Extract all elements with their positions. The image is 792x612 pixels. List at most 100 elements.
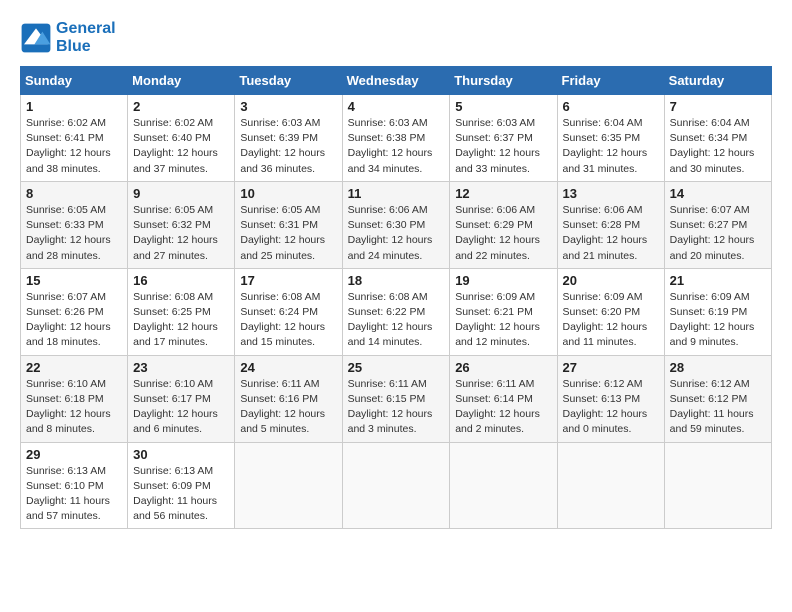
- calendar-table: SundayMondayTuesdayWednesdayThursdayFrid…: [20, 66, 772, 529]
- calendar-cell: [342, 442, 450, 529]
- day-info: Sunrise: 6:05 AM Sunset: 6:33 PM Dayligh…: [26, 203, 122, 264]
- day-number: 8: [26, 186, 122, 201]
- calendar-cell: 13 Sunrise: 6:06 AM Sunset: 6:28 PM Dayl…: [557, 181, 664, 268]
- day-info: Sunrise: 6:09 AM Sunset: 6:21 PM Dayligh…: [455, 290, 551, 351]
- day-number: 18: [348, 273, 445, 288]
- calendar-cell: 9 Sunrise: 6:05 AM Sunset: 6:32 PM Dayli…: [128, 181, 235, 268]
- day-number: 25: [348, 360, 445, 375]
- day-number: 11: [348, 186, 445, 201]
- calendar-cell: 10 Sunrise: 6:05 AM Sunset: 6:31 PM Dayl…: [235, 181, 342, 268]
- calendar-cell: 20 Sunrise: 6:09 AM Sunset: 6:20 PM Dayl…: [557, 268, 664, 355]
- calendar-cell: 12 Sunrise: 6:06 AM Sunset: 6:29 PM Dayl…: [450, 181, 557, 268]
- calendar-cell: 4 Sunrise: 6:03 AM Sunset: 6:38 PM Dayli…: [342, 95, 450, 182]
- week-row-4: 22 Sunrise: 6:10 AM Sunset: 6:18 PM Dayl…: [21, 355, 772, 442]
- day-number: 4: [348, 99, 445, 114]
- week-row-2: 8 Sunrise: 6:05 AM Sunset: 6:33 PM Dayli…: [21, 181, 772, 268]
- day-number: 12: [455, 186, 551, 201]
- day-number: 15: [26, 273, 122, 288]
- calendar-cell: 22 Sunrise: 6:10 AM Sunset: 6:18 PM Dayl…: [21, 355, 128, 442]
- calendar-cell: 21 Sunrise: 6:09 AM Sunset: 6:19 PM Dayl…: [664, 268, 771, 355]
- calendar-header-row: SundayMondayTuesdayWednesdayThursdayFrid…: [21, 67, 772, 95]
- day-info: Sunrise: 6:06 AM Sunset: 6:29 PM Dayligh…: [455, 203, 551, 264]
- day-header-sunday: Sunday: [21, 67, 128, 95]
- calendar-cell: 14 Sunrise: 6:07 AM Sunset: 6:27 PM Dayl…: [664, 181, 771, 268]
- day-info: Sunrise: 6:10 AM Sunset: 6:18 PM Dayligh…: [26, 377, 122, 438]
- day-info: Sunrise: 6:09 AM Sunset: 6:19 PM Dayligh…: [670, 290, 766, 351]
- calendar-cell: 7 Sunrise: 6:04 AM Sunset: 6:34 PM Dayli…: [664, 95, 771, 182]
- calendar-cell: [557, 442, 664, 529]
- logo-text: General Blue: [56, 20, 116, 56]
- calendar-cell: 16 Sunrise: 6:08 AM Sunset: 6:25 PM Dayl…: [128, 268, 235, 355]
- day-info: Sunrise: 6:09 AM Sunset: 6:20 PM Dayligh…: [563, 290, 659, 351]
- day-number: 13: [563, 186, 659, 201]
- day-info: Sunrise: 6:08 AM Sunset: 6:25 PM Dayligh…: [133, 290, 229, 351]
- week-row-5: 29 Sunrise: 6:13 AM Sunset: 6:10 PM Dayl…: [21, 442, 772, 529]
- day-number: 28: [670, 360, 766, 375]
- day-number: 26: [455, 360, 551, 375]
- calendar-cell: 8 Sunrise: 6:05 AM Sunset: 6:33 PM Dayli…: [21, 181, 128, 268]
- day-info: Sunrise: 6:13 AM Sunset: 6:10 PM Dayligh…: [26, 464, 122, 525]
- day-number: 5: [455, 99, 551, 114]
- calendar-cell: 6 Sunrise: 6:04 AM Sunset: 6:35 PM Dayli…: [557, 95, 664, 182]
- calendar-cell: 25 Sunrise: 6:11 AM Sunset: 6:15 PM Dayl…: [342, 355, 450, 442]
- calendar-cell: 11 Sunrise: 6:06 AM Sunset: 6:30 PM Dayl…: [342, 181, 450, 268]
- calendar-cell: 2 Sunrise: 6:02 AM Sunset: 6:40 PM Dayli…: [128, 95, 235, 182]
- calendar-cell: 23 Sunrise: 6:10 AM Sunset: 6:17 PM Dayl…: [128, 355, 235, 442]
- calendar-cell: 24 Sunrise: 6:11 AM Sunset: 6:16 PM Dayl…: [235, 355, 342, 442]
- calendar-cell: 5 Sunrise: 6:03 AM Sunset: 6:37 PM Dayli…: [450, 95, 557, 182]
- day-info: Sunrise: 6:04 AM Sunset: 6:34 PM Dayligh…: [670, 116, 766, 177]
- day-number: 2: [133, 99, 229, 114]
- day-info: Sunrise: 6:03 AM Sunset: 6:37 PM Dayligh…: [455, 116, 551, 177]
- day-info: Sunrise: 6:12 AM Sunset: 6:13 PM Dayligh…: [563, 377, 659, 438]
- day-number: 16: [133, 273, 229, 288]
- day-info: Sunrise: 6:02 AM Sunset: 6:41 PM Dayligh…: [26, 116, 122, 177]
- day-number: 14: [670, 186, 766, 201]
- day-info: Sunrise: 6:11 AM Sunset: 6:15 PM Dayligh…: [348, 377, 445, 438]
- logo: General Blue: [20, 20, 116, 56]
- day-info: Sunrise: 6:07 AM Sunset: 6:27 PM Dayligh…: [670, 203, 766, 264]
- day-info: Sunrise: 6:03 AM Sunset: 6:38 PM Dayligh…: [348, 116, 445, 177]
- calendar-cell: 29 Sunrise: 6:13 AM Sunset: 6:10 PM Dayl…: [21, 442, 128, 529]
- day-number: 3: [240, 99, 336, 114]
- calendar-cell: 15 Sunrise: 6:07 AM Sunset: 6:26 PM Dayl…: [21, 268, 128, 355]
- day-info: Sunrise: 6:08 AM Sunset: 6:22 PM Dayligh…: [348, 290, 445, 351]
- day-header-wednesday: Wednesday: [342, 67, 450, 95]
- day-info: Sunrise: 6:03 AM Sunset: 6:39 PM Dayligh…: [240, 116, 336, 177]
- calendar-cell: 17 Sunrise: 6:08 AM Sunset: 6:24 PM Dayl…: [235, 268, 342, 355]
- day-number: 17: [240, 273, 336, 288]
- day-number: 10: [240, 186, 336, 201]
- calendar-cell: 26 Sunrise: 6:11 AM Sunset: 6:14 PM Dayl…: [450, 355, 557, 442]
- day-header-friday: Friday: [557, 67, 664, 95]
- calendar-cell: 19 Sunrise: 6:09 AM Sunset: 6:21 PM Dayl…: [450, 268, 557, 355]
- calendar-cell: 28 Sunrise: 6:12 AM Sunset: 6:12 PM Dayl…: [664, 355, 771, 442]
- calendar-cell: 27 Sunrise: 6:12 AM Sunset: 6:13 PM Dayl…: [557, 355, 664, 442]
- day-info: Sunrise: 6:11 AM Sunset: 6:16 PM Dayligh…: [240, 377, 336, 438]
- day-number: 21: [670, 273, 766, 288]
- day-info: Sunrise: 6:05 AM Sunset: 6:31 PM Dayligh…: [240, 203, 336, 264]
- day-info: Sunrise: 6:04 AM Sunset: 6:35 PM Dayligh…: [563, 116, 659, 177]
- day-number: 9: [133, 186, 229, 201]
- calendar-cell: [235, 442, 342, 529]
- day-number: 20: [563, 273, 659, 288]
- day-header-thursday: Thursday: [450, 67, 557, 95]
- day-info: Sunrise: 6:12 AM Sunset: 6:12 PM Dayligh…: [670, 377, 766, 438]
- day-number: 29: [26, 447, 122, 462]
- day-info: Sunrise: 6:06 AM Sunset: 6:30 PM Dayligh…: [348, 203, 445, 264]
- day-number: 24: [240, 360, 336, 375]
- day-number: 1: [26, 99, 122, 114]
- logo-icon: [20, 22, 52, 54]
- day-info: Sunrise: 6:13 AM Sunset: 6:09 PM Dayligh…: [133, 464, 229, 525]
- day-number: 27: [563, 360, 659, 375]
- day-header-tuesday: Tuesday: [235, 67, 342, 95]
- day-number: 30: [133, 447, 229, 462]
- day-info: Sunrise: 6:11 AM Sunset: 6:14 PM Dayligh…: [455, 377, 551, 438]
- calendar-cell: 1 Sunrise: 6:02 AM Sunset: 6:41 PM Dayli…: [21, 95, 128, 182]
- day-info: Sunrise: 6:05 AM Sunset: 6:32 PM Dayligh…: [133, 203, 229, 264]
- day-number: 6: [563, 99, 659, 114]
- day-info: Sunrise: 6:06 AM Sunset: 6:28 PM Dayligh…: [563, 203, 659, 264]
- calendar-cell: 3 Sunrise: 6:03 AM Sunset: 6:39 PM Dayli…: [235, 95, 342, 182]
- calendar-cell: [664, 442, 771, 529]
- day-number: 19: [455, 273, 551, 288]
- day-info: Sunrise: 6:10 AM Sunset: 6:17 PM Dayligh…: [133, 377, 229, 438]
- calendar-cell: [450, 442, 557, 529]
